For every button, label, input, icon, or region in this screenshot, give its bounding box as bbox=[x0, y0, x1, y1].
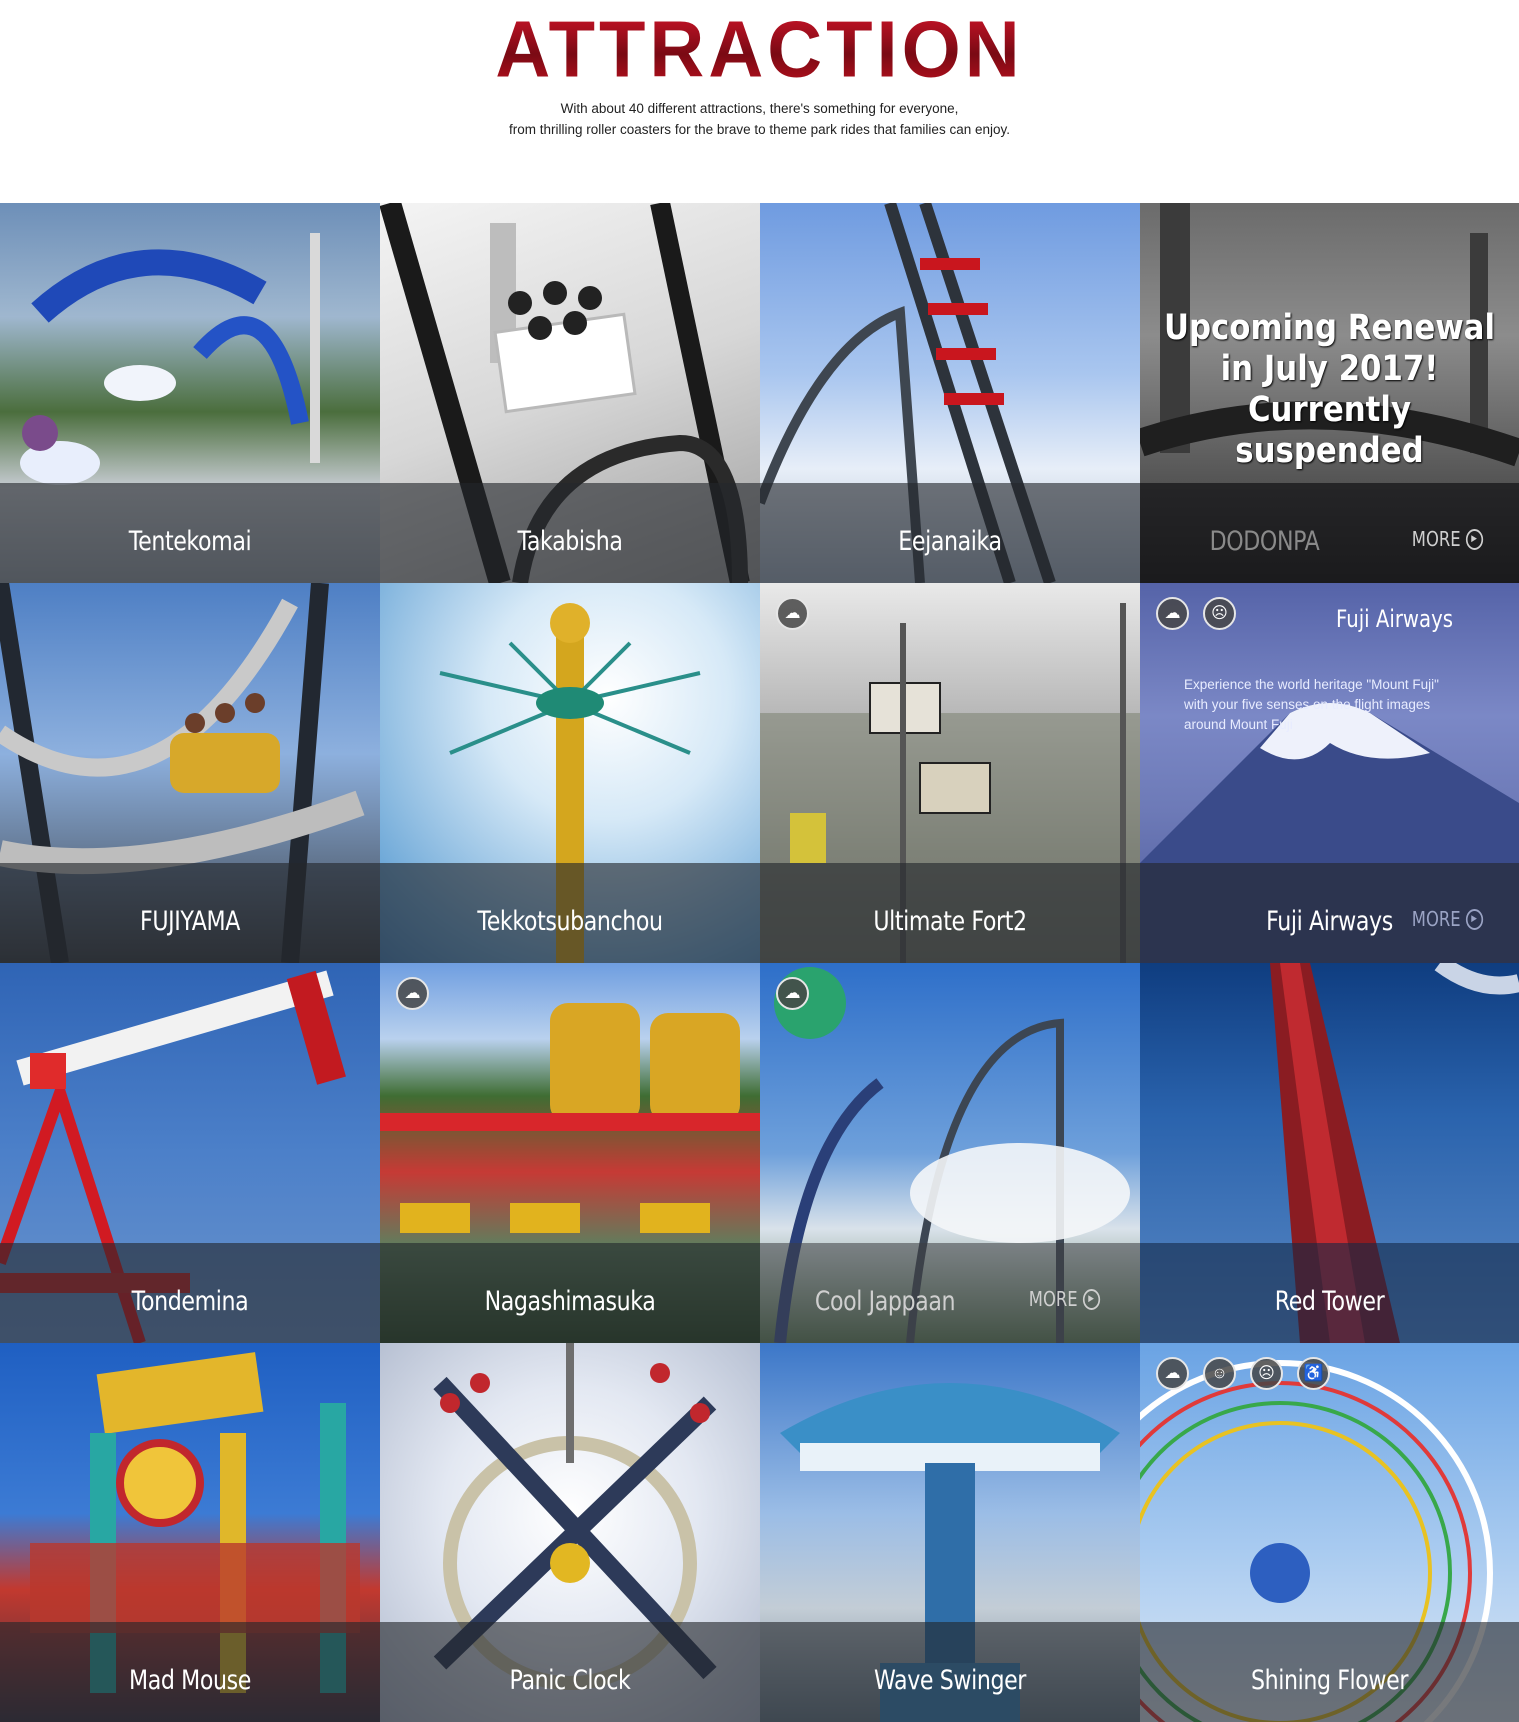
attraction-name: Wave Swinger bbox=[873, 1665, 1027, 1696]
attraction-name: Cool Jappaan bbox=[814, 1286, 956, 1317]
desc-line-3: around Mount Fuji bbox=[1184, 717, 1293, 732]
attraction-icons: ☁ bbox=[776, 597, 809, 630]
more-label: MORE bbox=[1412, 527, 1462, 551]
more-label: MORE bbox=[1412, 907, 1462, 931]
attraction-icons: ☁ ☺ ☹ ♿ bbox=[1156, 1357, 1330, 1390]
attraction-name: Takabisha bbox=[517, 526, 623, 557]
attraction-card-tentekomai[interactable]: Tentekomai bbox=[0, 203, 380, 583]
rain-ok-icon: ☁ bbox=[1156, 1357, 1189, 1390]
attraction-card-red-tower[interactable]: Red Tower bbox=[1140, 963, 1519, 1343]
attraction-name: Eejanaika bbox=[898, 526, 1002, 557]
smile-icon: ☺ bbox=[1203, 1357, 1236, 1390]
attraction-card-wave-swinger[interactable]: Wave Swinger bbox=[760, 1343, 1140, 1722]
desc-line-1: Experience the world heritage "Mount Fuj… bbox=[1184, 677, 1439, 692]
attraction-name: Mad Mouse bbox=[129, 1665, 251, 1696]
attraction-card-eejanaika[interactable]: Eejanaika bbox=[760, 203, 1140, 583]
scared-icon: ☹ bbox=[1203, 597, 1236, 630]
overlay-title: Fuji Airways bbox=[1335, 605, 1453, 633]
attraction-icons: ☁ bbox=[396, 977, 429, 1010]
rain-ok-icon: ☁ bbox=[776, 977, 809, 1010]
attraction-description: Experience the world heritage "Mount Fuj… bbox=[1184, 675, 1484, 735]
notice-line-3: Currently suspended bbox=[1235, 390, 1424, 471]
page-header: ATTRACTION With about 40 different attra… bbox=[0, 0, 1519, 203]
attraction-card-nagashimasuka[interactable]: ☁ Nagashimasuka bbox=[380, 963, 760, 1343]
attraction-card-dodonpa[interactable]: Upcoming Renewal in July 2017! Currently… bbox=[1140, 203, 1519, 583]
renewal-notice: Upcoming Renewal in July 2017! Currently… bbox=[1163, 308, 1497, 472]
attraction-card-shining-flower[interactable]: ☁ ☺ ☹ ♿ Shining Flower bbox=[1140, 1343, 1519, 1722]
arrow-circle-icon: ▶ bbox=[1465, 908, 1484, 930]
attraction-icons: ☁ bbox=[776, 977, 809, 1010]
more-link[interactable]: MORE ▶ bbox=[1029, 1287, 1101, 1311]
wheelchair-icon: ♿ bbox=[1297, 1357, 1330, 1390]
attraction-name: Tondemina bbox=[131, 1286, 249, 1317]
attraction-card-cool-jappaan[interactable]: ☁ Cool Jappaan MORE ▶ bbox=[760, 963, 1140, 1343]
notice-line-2: in July 2017! bbox=[1220, 349, 1439, 389]
rain-ok-icon: ☁ bbox=[396, 977, 429, 1010]
attraction-card-takabisha[interactable]: Takabisha bbox=[380, 203, 760, 583]
attraction-grid: Tentekomai Takabisha Eejanaika Upcoming … bbox=[0, 203, 1519, 1722]
attraction-name: FUJIYAMA bbox=[140, 906, 240, 937]
arrow-circle-icon: ▶ bbox=[1082, 1288, 1101, 1310]
attraction-card-fuji-airways[interactable]: ☁ ☹ Fuji Airways Experience the world he… bbox=[1140, 583, 1519, 963]
more-link[interactable]: MORE ▶ bbox=[1412, 907, 1484, 931]
attraction-card-ultimate-fort2[interactable]: ☁ Ultimate Fort2 bbox=[760, 583, 1140, 963]
attraction-card-tekkotsubanchou[interactable]: Tekkotsubanchou bbox=[380, 583, 760, 963]
attraction-name: Shining Flower bbox=[1250, 1665, 1409, 1696]
scared-icon: ☹ bbox=[1250, 1357, 1283, 1390]
attraction-card-tondemina[interactable]: Tondemina bbox=[0, 963, 380, 1343]
attraction-name: Panic Clock bbox=[509, 1665, 631, 1696]
page-title: ATTRACTION bbox=[0, 4, 1519, 95]
attraction-icons: ☁ ☹ bbox=[1156, 597, 1236, 630]
intro-text-line-1: With about 40 different attractions, the… bbox=[560, 101, 959, 116]
intro-text-line-2: from thrilling roller coasters for the b… bbox=[509, 122, 1010, 137]
attraction-name: Tentekomai bbox=[128, 526, 252, 557]
attraction-card-panic-clock[interactable]: Panic Clock bbox=[380, 1343, 760, 1722]
more-link[interactable]: MORE ▶ bbox=[1412, 527, 1484, 551]
attraction-name: Ultimate Fort2 bbox=[873, 906, 1027, 937]
attraction-name: DODONPA bbox=[1209, 526, 1320, 557]
attraction-name: Red Tower bbox=[1274, 1286, 1385, 1317]
rain-ok-icon: ☁ bbox=[776, 597, 809, 630]
attraction-name: Tekkotsubanchou bbox=[477, 906, 663, 937]
attraction-name: Nagashimasuka bbox=[484, 1286, 656, 1317]
rain-ok-icon: ☁ bbox=[1156, 597, 1189, 630]
attraction-card-fujiyama[interactable]: FUJIYAMA bbox=[0, 583, 380, 963]
more-label: MORE bbox=[1029, 1287, 1079, 1311]
notice-line-1: Upcoming Renewal bbox=[1163, 308, 1496, 348]
attraction-card-mad-mouse[interactable]: Mad Mouse bbox=[0, 1343, 380, 1722]
desc-line-2: with your five senses on the flight imag… bbox=[1184, 697, 1431, 712]
arrow-circle-icon: ▶ bbox=[1465, 528, 1484, 550]
